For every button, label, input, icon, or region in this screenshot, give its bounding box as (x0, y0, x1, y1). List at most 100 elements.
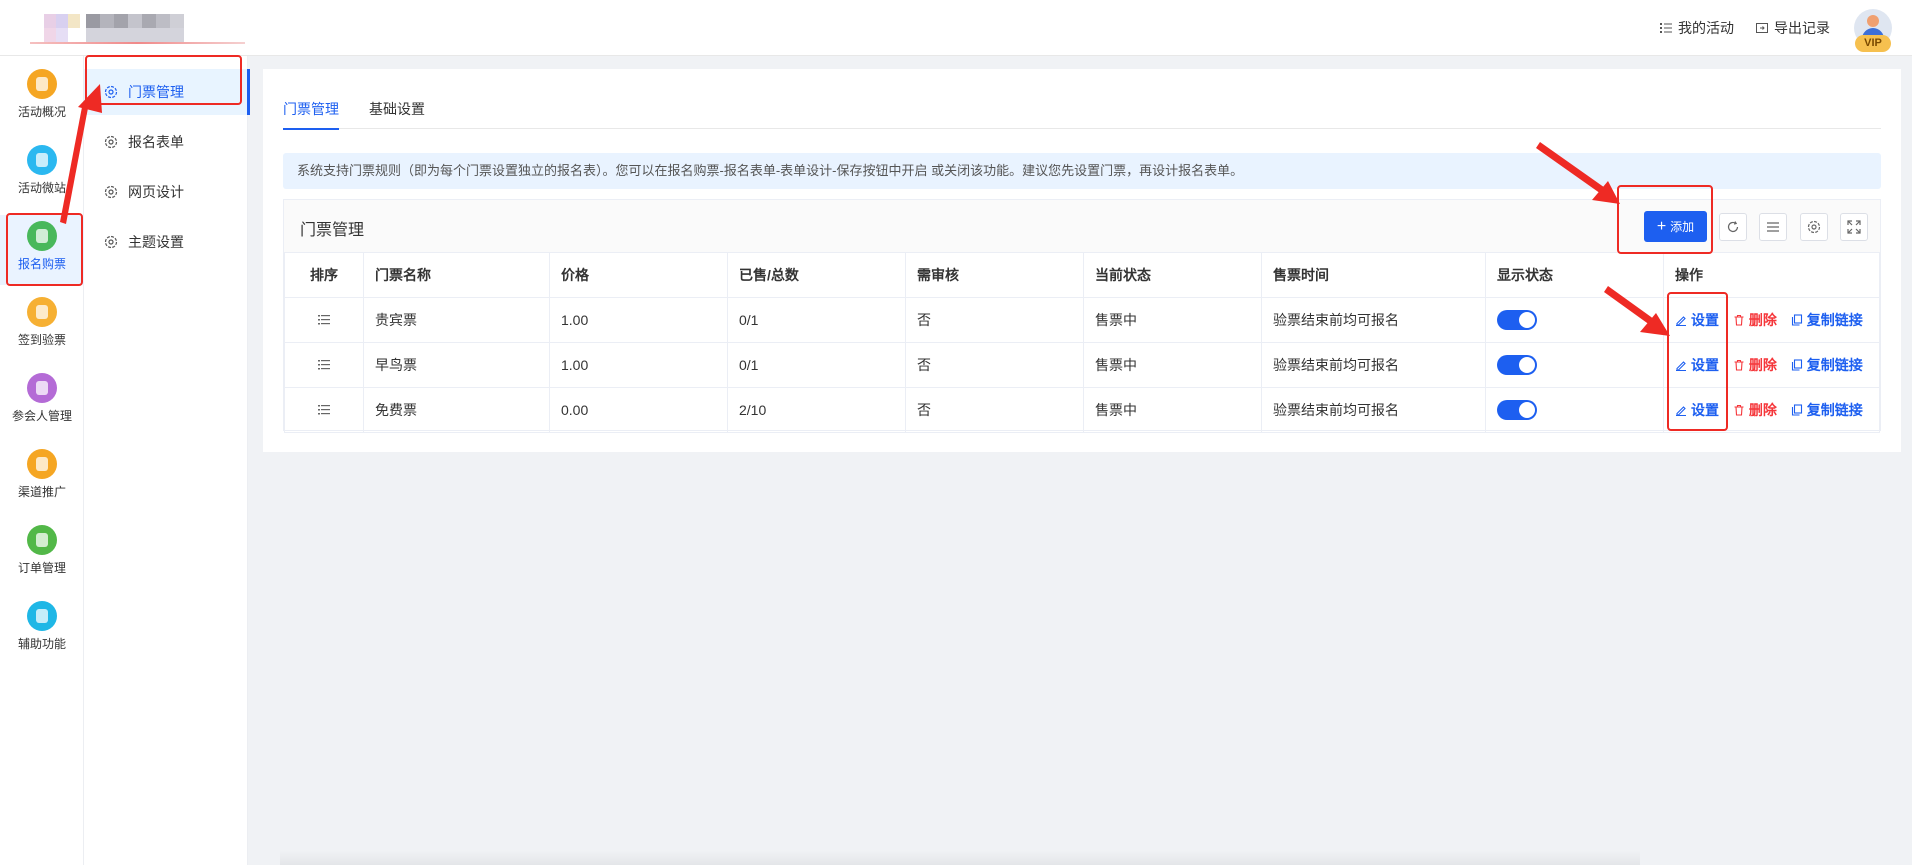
microsite-icon (27, 145, 57, 175)
ticket-sold: 0/1 (727, 297, 906, 343)
rail-item-label: 订单管理 (17, 561, 66, 575)
rail-item-label: 辅助功能 (17, 637, 66, 651)
visibility-toggle[interactable] (1497, 355, 1537, 375)
gear-icon (104, 135, 118, 149)
module-rail: 活动概况 活动微站 报名购票 签到验票 参会人管理 渠道推广 订单管理 辅助功能 (0, 56, 84, 865)
ticket-sold: 2/10 (727, 387, 906, 433)
column-header-sort: 排序 (284, 252, 364, 298)
drag-handle[interactable] (284, 297, 364, 343)
ticket-status: 售票中 (1083, 297, 1262, 343)
rail-item-label: 活动微站 (17, 181, 66, 195)
drag-handle[interactable] (284, 342, 364, 388)
delete-action[interactable]: 删除 (1733, 310, 1777, 330)
ticket-name: 贵宾票 (363, 297, 550, 343)
delete-action[interactable]: 删除 (1733, 355, 1777, 375)
ticket-status: 售票中 (1083, 342, 1262, 388)
ticket-review: 否 (905, 342, 1084, 388)
info-alert: 系统支持门票规则（即为每个门票设置独立的报名表）。您可以在报名购票-报名表单-表… (283, 153, 1881, 189)
column-settings-button[interactable] (1800, 213, 1828, 241)
main-card: 门票管理 基础设置 系统支持门票规则（即为每个门票设置独立的报名表）。您可以在报… (263, 69, 1901, 452)
ticket-table: 排序 门票名称 价格 已售/总数 需审核 当前状态 售票时间 显示状态 操作 贵… (284, 252, 1880, 433)
app-logo[interactable] (30, 14, 245, 44)
submenu-item-label: 报名表单 (128, 134, 184, 150)
column-header-status: 当前状态 (1083, 252, 1262, 298)
ticket-time: 验票结束前均可报名 (1261, 387, 1486, 433)
column-header-actions: 操作 (1663, 252, 1880, 298)
highlight-add-button (1617, 185, 1713, 254)
channels-icon (27, 449, 57, 479)
copy-icon (1791, 359, 1802, 371)
gear-icon (104, 185, 118, 199)
table-row: 贵宾票 1.00 0/1 否 售票中 验票结束前均可报名 设置 删除 复制链接 (284, 297, 1880, 343)
trash-icon (1734, 359, 1744, 371)
submenu-item-label: 网页设计 (128, 184, 184, 200)
copy-link-action[interactable]: 复制链接 (1791, 310, 1863, 330)
rail-item-label: 活动概况 (17, 105, 66, 119)
rail-item-orders[interactable]: 订单管理 (0, 519, 84, 589)
copy-link-action-label: 复制链接 (1806, 312, 1863, 328)
copy-link-action-label: 复制链接 (1806, 357, 1863, 373)
tab-bar: 门票管理 基础设置 (283, 99, 1881, 130)
column-header-review: 需审核 (905, 252, 1084, 298)
drag-handle[interactable] (284, 387, 364, 433)
ticket-price: 1.00 (549, 342, 728, 388)
highlight-settings-column (1667, 292, 1728, 431)
visibility-cell (1485, 387, 1664, 433)
my-activity-label: 我的活动 (1678, 20, 1734, 36)
ticket-sold: 0/1 (727, 342, 906, 388)
fullscreen-button[interactable] (1840, 213, 1868, 241)
table-title: 门票管理 (300, 222, 365, 239)
tab-ticket-management[interactable]: 门票管理 (283, 99, 339, 130)
copy-link-action-label: 复制链接 (1806, 402, 1863, 418)
tab-basic-settings[interactable]: 基础设置 (369, 99, 425, 129)
visibility-toggle[interactable] (1497, 310, 1537, 330)
ticket-name: 早鸟票 (363, 342, 550, 388)
copy-link-action[interactable]: 复制链接 (1791, 400, 1863, 420)
delete-action-label: 删除 (1748, 402, 1777, 418)
refresh-button[interactable] (1719, 213, 1747, 241)
export-icon (1756, 23, 1768, 33)
rail-item-tools[interactable]: 辅助功能 (0, 595, 84, 665)
submenu-item-theme[interactable]: 主题设置 (84, 219, 248, 265)
ticket-status: 售票中 (1083, 387, 1262, 433)
bottom-shadow (280, 850, 1640, 865)
drag-handle-icon (318, 405, 330, 415)
delete-action-label: 删除 (1748, 357, 1777, 373)
submenu-item-label: 主题设置 (128, 234, 184, 250)
copy-icon (1791, 314, 1802, 326)
overview-icon (27, 69, 57, 99)
rail-item-label: 签到验票 (17, 333, 66, 347)
vip-badge: VIP (1855, 35, 1891, 52)
column-header-visible: 显示状态 (1485, 252, 1664, 298)
rail-item-label: 参会人管理 (11, 409, 72, 423)
ticket-price: 0.00 (549, 387, 728, 433)
visibility-cell (1485, 297, 1664, 343)
my-activity-link[interactable]: 我的活动 (1660, 18, 1734, 38)
visibility-toggle[interactable] (1497, 400, 1537, 420)
gear-icon (1807, 220, 1821, 234)
rail-item-attendees[interactable]: 参会人管理 (0, 367, 84, 437)
submenu-item-form[interactable]: 报名表单 (84, 119, 248, 165)
rail-item-checkin[interactable]: 签到验票 (0, 291, 84, 361)
ticket-time: 验票结束前均可报名 (1261, 297, 1486, 343)
column-header-price: 价格 (549, 252, 728, 298)
rail-item-microsite[interactable]: 活动微站 (0, 139, 84, 209)
delete-action[interactable]: 删除 (1733, 400, 1777, 420)
rail-item-overview[interactable]: 活动概况 (0, 63, 84, 133)
user-avatar[interactable]: VIP (1854, 9, 1892, 52)
copy-link-action[interactable]: 复制链接 (1791, 355, 1863, 375)
menu-lines-icon (1767, 222, 1779, 232)
trash-icon (1734, 404, 1744, 416)
export-records-link[interactable]: 导出记录 (1756, 18, 1830, 38)
density-button[interactable] (1759, 213, 1787, 241)
rail-item-channels[interactable]: 渠道推广 (0, 443, 84, 513)
ticket-time: 验票结束前均可报名 (1261, 342, 1486, 388)
column-header-time: 售票时间 (1261, 252, 1486, 298)
top-bar: 我的活动 导出记录 VIP (0, 0, 1912, 56)
table-row: 免费票 0.00 2/10 否 售票中 验票结束前均可报名 设置 删除 复制链接 (284, 387, 1880, 433)
checkin-icon (27, 297, 57, 327)
tools-icon (27, 601, 57, 631)
drag-handle-icon (318, 315, 330, 325)
submenu-item-webdesign[interactable]: 网页设计 (84, 169, 248, 215)
ticket-name: 免费票 (363, 387, 550, 433)
